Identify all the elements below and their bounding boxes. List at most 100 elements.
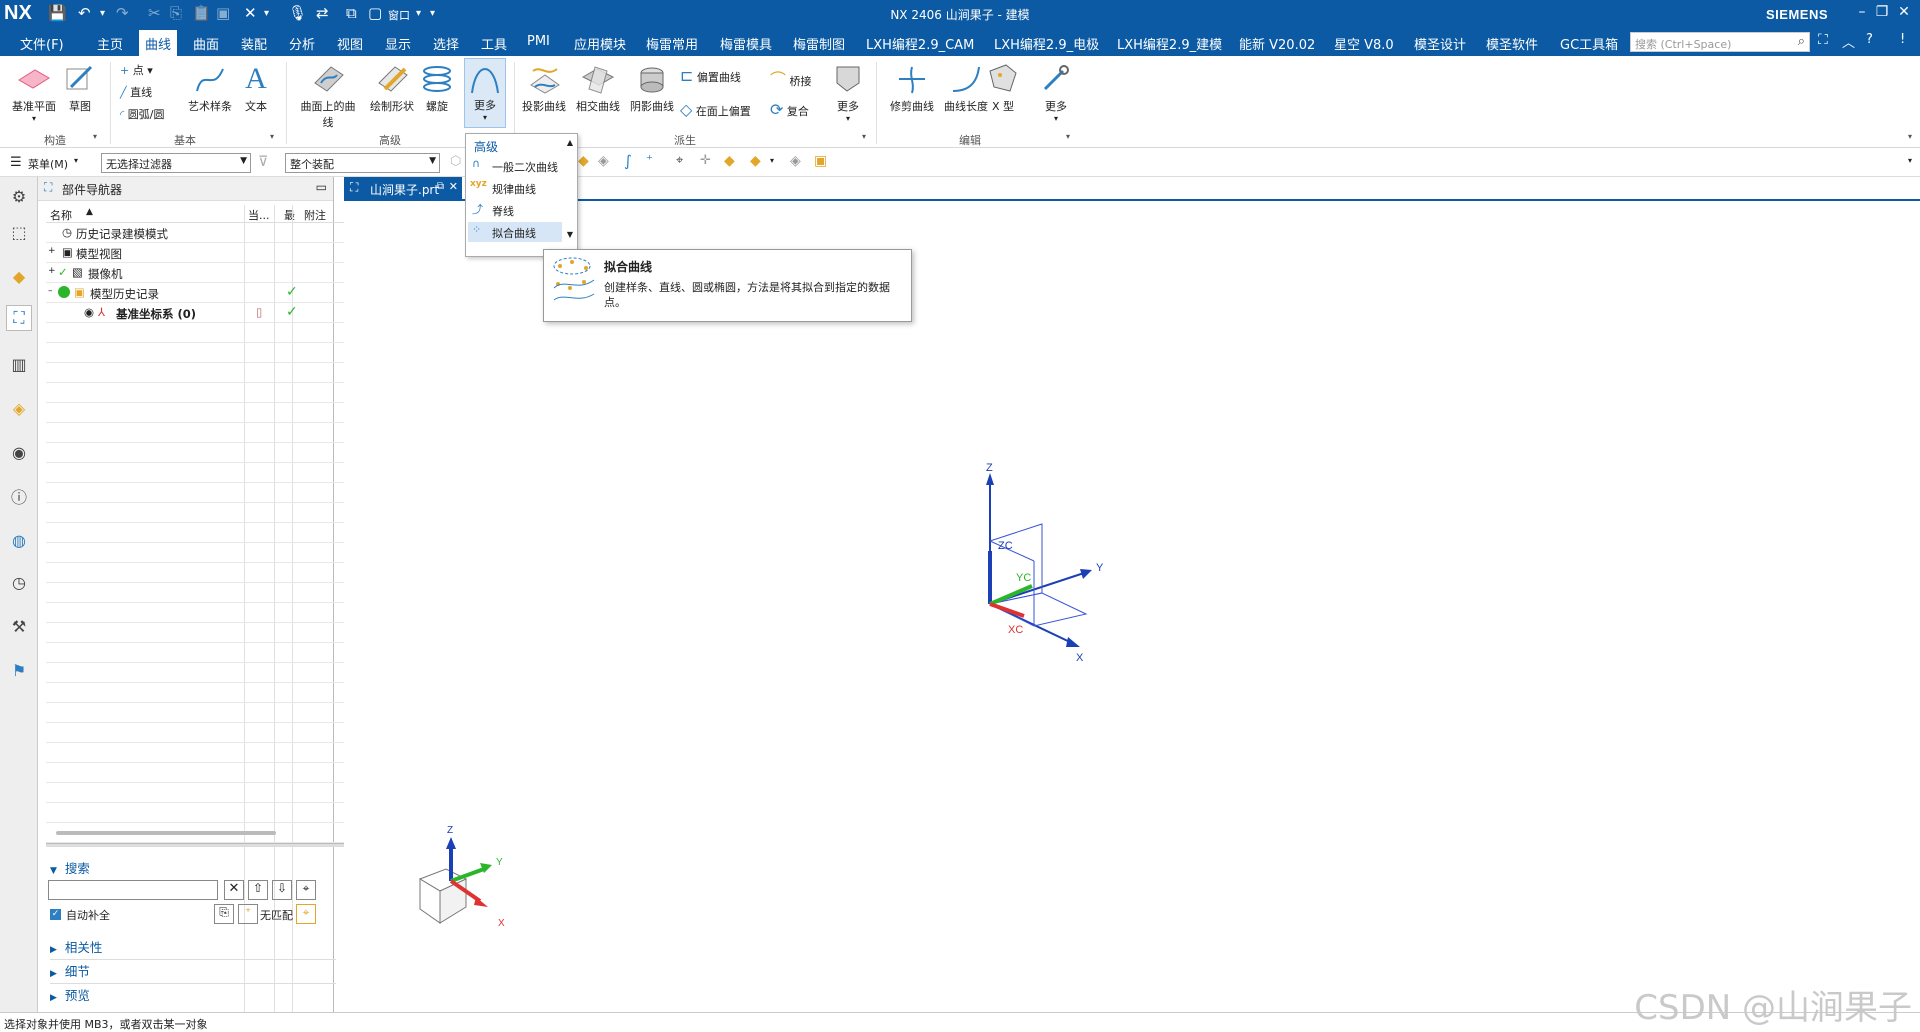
menu-select[interactable]: 选择: [433, 34, 459, 53]
hd3d-tools-icon[interactable]: ◈: [6, 395, 32, 421]
maximize-panel-icon[interactable]: ▭: [316, 180, 327, 194]
search-down-icon[interactable]: ⇩: [272, 880, 292, 900]
settings-gear-icon[interactable]: ⚙: [6, 183, 32, 209]
search-options-icon[interactable]: ⎘: [214, 904, 234, 924]
center-snap-icon[interactable]: ✛: [700, 153, 711, 168]
details-section-header[interactable]: ▶ 细节: [50, 961, 336, 984]
view-cube-icon[interactable]: ◈: [790, 153, 801, 169]
menu-button[interactable]: 菜单(M): [28, 156, 68, 172]
close-tab-icon[interactable]: ✕: [449, 180, 458, 193]
helix-button[interactable]: 螺旋: [412, 60, 462, 114]
highlight-icon[interactable]: ⌖: [296, 904, 316, 924]
menu-meilei-common[interactable]: 梅雷常用: [646, 34, 698, 53]
sketch-button[interactable]: 草图: [52, 60, 108, 114]
menu-curve[interactable]: 曲线: [139, 30, 178, 56]
menu-mosheng-design[interactable]: 模圣设计: [1414, 34, 1466, 53]
full-screen-icon[interactable]: ⛶: [1818, 32, 1828, 48]
dropdown-item-law-curve[interactable]: xyz 规律曲线: [468, 178, 562, 198]
point-button[interactable]: + 点 ▾: [120, 62, 153, 78]
reuse-library-icon[interactable]: ▥: [6, 351, 32, 377]
menu-display[interactable]: 显示: [385, 34, 411, 53]
ribbon-options-icon[interactable]: ▾: [1908, 132, 1912, 141]
relations-section-header[interactable]: ▶ 相关性: [50, 937, 336, 960]
body-select-icon[interactable]: ◈: [598, 153, 609, 169]
scroll-up-icon[interactable]: ▲: [567, 138, 573, 147]
more-edit-button[interactable]: 更多 ▾: [1034, 60, 1078, 123]
close-icon[interactable]: ✕: [1894, 4, 1914, 20]
text-button[interactable]: A 文本: [228, 60, 284, 114]
menu-view[interactable]: 视图: [337, 34, 363, 53]
group-expand-icon[interactable]: ▾: [93, 132, 97, 141]
menu-file[interactable]: 文件(F): [20, 34, 64, 53]
globe-icon[interactable]: ◍: [6, 527, 32, 553]
locate-icon[interactable]: ⌖: [296, 880, 316, 900]
preview-section-header[interactable]: ▶ 预览: [50, 985, 336, 1004]
curve-select-icon[interactable]: ∫: [624, 152, 632, 170]
column-name[interactable]: 名称: [50, 207, 72, 223]
tree-row-cameras[interactable]: + ✓ ▧ 摄像机: [46, 263, 372, 283]
autocomplete-checkbox[interactable]: ✓: [50, 909, 61, 920]
composite-button[interactable]: ⟳ 复合: [770, 100, 809, 119]
selection-filter-select[interactable]: 无选择过滤器 ▼: [101, 153, 251, 173]
help-icon[interactable]: ?: [1866, 32, 1873, 47]
group-expand-icon[interactable]: ▾: [1066, 132, 1070, 141]
info-icon[interactable]: ⓘ: [6, 483, 32, 509]
column-current[interactable]: 当...: [248, 207, 270, 223]
menu-surface[interactable]: 曲面: [193, 34, 219, 53]
minimize-icon[interactable]: –: [1852, 4, 1872, 20]
chevron-down-icon[interactable]: ▾: [74, 156, 78, 165]
intersection-curve-button[interactable]: 相交曲线: [572, 60, 624, 114]
dropdown-item-spine[interactable]: ⤴ 脊线: [468, 200, 562, 220]
clear-search-icon[interactable]: ✕: [224, 880, 244, 900]
constraint-navigator-icon[interactable]: ◆: [6, 263, 32, 289]
menu-lxh-cam[interactable]: LXH编程2.9_CAM: [866, 34, 974, 53]
collapse-icon[interactable]: –: [48, 286, 53, 296]
part-navigator-icon[interactable]: ⛶: [6, 305, 32, 331]
collapse-ribbon-icon[interactable]: ︿: [1842, 32, 1855, 51]
reset-filter-icon[interactable]: ⊽: [258, 154, 268, 170]
more-derived-button[interactable]: 更多 ▾: [826, 60, 870, 123]
offset-on-face-button[interactable]: ◇ 在面上偏置: [680, 100, 751, 119]
offset-curve-button[interactable]: ⊏ 偏置曲线: [680, 66, 741, 85]
trim-curve-button[interactable]: 修剪曲线: [884, 60, 940, 114]
assembly-navigator-icon[interactable]: ⬚: [6, 219, 32, 245]
tree-row-datum-csys[interactable]: ◉ ⅄ 基准坐标系 (0) ▯ ✓: [46, 303, 372, 323]
dropdown-item-general-conic[interactable]: ∩ 一般二次曲线: [468, 156, 562, 176]
component-select-icon[interactable]: ◆: [724, 153, 735, 169]
bridge-button[interactable]: ⌒ 桥接: [770, 66, 812, 90]
scroll-down-icon[interactable]: ▼: [567, 230, 573, 239]
tree-row-model-views[interactable]: + ▣ 模型视图: [46, 243, 372, 263]
tools-icon[interactable]: ⚒: [6, 613, 32, 639]
more-advanced-button[interactable]: 更多 ▾: [464, 58, 506, 128]
search-icon[interactable]: ⌕: [1798, 34, 1805, 49]
arc-circle-button[interactable]: ◜ 圆弧/圆: [120, 106, 164, 122]
tree-row-model-history[interactable]: – ▣ 模型历史记录 ✓: [46, 283, 372, 303]
menu-gc-toolbox[interactable]: GC工具箱: [1560, 34, 1618, 53]
menu-analysis[interactable]: 分析: [289, 34, 315, 53]
menu-hamburger-icon[interactable]: ☰: [10, 155, 22, 170]
column-latest[interactable]: 最: [284, 207, 295, 223]
part-icon[interactable]: ▣: [814, 153, 827, 169]
body-filter-icon[interactable]: ◆: [750, 153, 761, 169]
datum-csys[interactable]: Z ZC YC Y XC X: [986, 462, 1104, 664]
column-comments[interactable]: 附注: [304, 207, 326, 223]
menu-lxh-electrode[interactable]: LXH编程2.9_电极: [994, 34, 1099, 53]
menu-meilei-drafting[interactable]: 梅雷制图: [793, 34, 845, 53]
search-section-header[interactable]: ▼ 搜索: [50, 858, 90, 877]
command-search-input[interactable]: 搜索 (Ctrl+Space) ⌕: [1630, 32, 1810, 52]
web-browser-icon[interactable]: ◉: [6, 439, 32, 465]
snap-icon[interactable]: ⬡: [450, 154, 461, 169]
dropdown-item-fit-curve[interactable]: ⁘ 拟合曲线: [468, 222, 562, 242]
select-cursor-icon[interactable]: ⌖: [676, 153, 683, 168]
project-curve-button[interactable]: 投影曲线: [518, 60, 570, 114]
restore-icon[interactable]: ❐: [1872, 4, 1892, 20]
graphics-viewport[interactable]: Z ZC YC Y XC X Z Y X: [344, 201, 1920, 1010]
shadow-curve-button[interactable]: 阴影曲线: [626, 60, 678, 114]
toolbar-options-icon[interactable]: ▾: [1908, 156, 1912, 165]
document-tab[interactable]: ⛶ 山涧果子.prt ⧉ ✕: [344, 177, 462, 201]
navigator-search-input[interactable]: [48, 880, 218, 900]
menu-lxh-modeling[interactable]: LXH编程2.9_建模: [1117, 34, 1222, 53]
tree-row-history-mode[interactable]: ◷ 历史记录建模模式: [46, 223, 372, 243]
horizontal-scrollbar[interactable]: [56, 831, 276, 835]
menu-pmi[interactable]: PMI: [527, 34, 550, 49]
